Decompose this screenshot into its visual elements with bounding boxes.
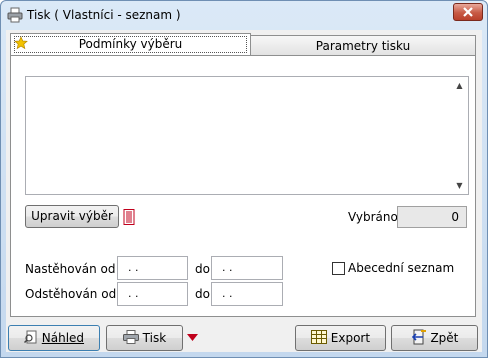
back-button[interactable]: Zpět — [391, 325, 478, 351]
moved-out-label: Odstěhován od — [25, 287, 117, 301]
printer-icon — [122, 330, 139, 344]
exit-door-icon — [411, 329, 426, 345]
close-button[interactable] — [453, 3, 483, 21]
print-label: Tisk — [142, 331, 167, 345]
print-dialog-window: Tisk ( Vlastníci - seznam ) Parametry ti… — [0, 0, 488, 358]
edit-selection-label: Upravit výběr — [31, 209, 113, 223]
magnifier-icon — [23, 330, 37, 344]
moved-in-from-field[interactable]: . . — [117, 256, 188, 280]
tab-parametry-tisku-label: Parametry tisku — [315, 39, 411, 53]
vertical-scrollbar[interactable]: ▲ ▼ — [451, 77, 468, 194]
tab-panel: ▲ ▼ Upravit výběr Vybráno 0 Nastěhován o… — [10, 55, 476, 317]
printer-icon — [7, 7, 23, 23]
spreadsheet-icon — [310, 330, 327, 344]
preview-button[interactable]: Náhled — [8, 325, 100, 351]
moved-in-label: Nastěhován od — [25, 262, 116, 276]
star-icon — [14, 36, 28, 50]
tab-focus-rect — [14, 36, 247, 53]
scroll-down-icon[interactable]: ▼ — [451, 177, 468, 194]
alphabetical-label[interactable]: Abecední seznam — [348, 261, 454, 275]
export-label: Export — [330, 331, 371, 345]
selection-conditions-memo[interactable]: ▲ ▼ — [25, 76, 469, 195]
back-label: Zpět — [430, 331, 459, 345]
selected-count-field: 0 — [397, 206, 467, 228]
preview-label: Náhled — [41, 331, 85, 345]
print-button[interactable]: Tisk — [106, 325, 183, 351]
list-icon[interactable] — [123, 209, 135, 225]
title-bar[interactable]: Tisk ( Vlastníci - seznam ) — [1, 1, 487, 30]
export-button[interactable]: Export — [295, 325, 386, 351]
dialog-body: Parametry tisku ▲ ▼ Upravit výběr Vybrán… — [6, 30, 482, 352]
moved-out-to-field[interactable]: . . — [211, 282, 283, 306]
moved-in-to-label: do — [195, 262, 210, 276]
close-icon — [463, 7, 473, 17]
selected-count-value: 0 — [451, 210, 459, 224]
edit-selection-button[interactable]: Upravit výběr — [25, 205, 119, 228]
scroll-up-icon[interactable]: ▲ — [451, 77, 468, 94]
moved-out-from-field[interactable]: . . — [117, 282, 188, 306]
moved-out-to-label: do — [195, 287, 210, 301]
dropdown-arrow-icon — [187, 334, 198, 341]
alphabetical-checkbox[interactable] — [332, 262, 345, 275]
print-dropdown-button[interactable] — [185, 325, 200, 351]
tab-parametry-tisku[interactable]: Parametry tisku — [250, 35, 476, 56]
window-title: Tisk ( Vlastníci - seznam ) — [27, 8, 181, 22]
tab-podminky-vyberu[interactable]: Podmínky výběru — [10, 33, 251, 55]
moved-in-to-field[interactable]: . . — [211, 256, 283, 280]
selected-count-label: Vybráno — [348, 210, 398, 224]
